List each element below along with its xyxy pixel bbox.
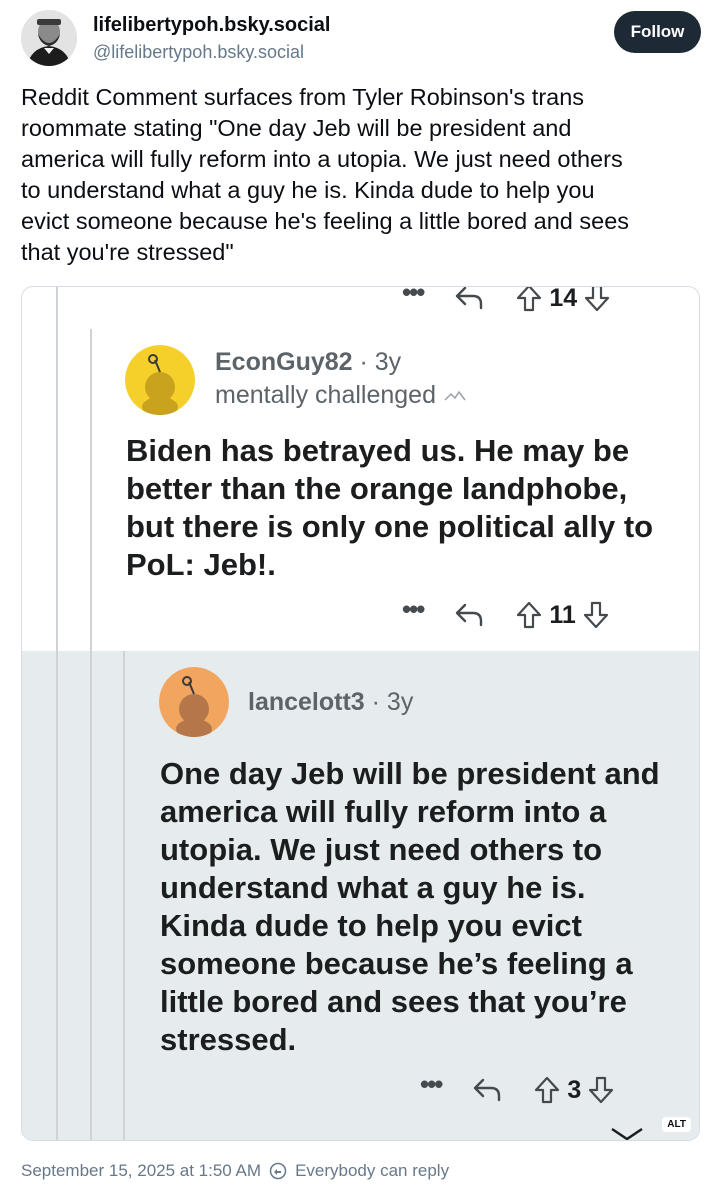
post-footer: September 15, 2025 at 1:50 AM Everybody … (21, 1161, 449, 1181)
vote-count: 14 (549, 286, 578, 312)
vote-count: 11 (549, 600, 576, 629)
reply-setting-icon (269, 1162, 287, 1180)
thread-line (56, 287, 58, 1140)
flair-emoji-icon (444, 391, 466, 401)
post-text: Reddit Comment surfaces from Tyler Robin… (21, 84, 630, 265)
reply-setting[interactable]: Everybody can reply (295, 1161, 449, 1181)
post-timestamp: September 15, 2025 at 1:50 AM (21, 1161, 262, 1180)
thread-line (90, 329, 92, 1140)
reply-icon[interactable] (453, 601, 485, 629)
comment1-age: 3y (374, 348, 402, 376)
comment1-username[interactable]: EconGuy82 · 3y (215, 348, 401, 377)
comment2-body: One day Jeb will be president and americ… (160, 756, 660, 1057)
chevron-down-icon (610, 1125, 644, 1140)
comment2-age: 3y (386, 688, 414, 716)
downvote-icon[interactable] (587, 1075, 615, 1105)
comment2-username[interactable]: lancelott3 · 3y (248, 688, 413, 717)
downvote-icon[interactable] (583, 287, 611, 313)
downvote-icon[interactable] (582, 600, 610, 630)
upvote-icon[interactable] (515, 600, 543, 630)
reply-icon[interactable] (453, 287, 485, 312)
vote-count: 3 (567, 1075, 582, 1104)
embedded-image[interactable]: ••• 14 EconGuy82 · 3y mentally challenge… (21, 286, 700, 1141)
comment1-flair: mentally challenged (215, 381, 467, 410)
thread-line (123, 651, 125, 1140)
comment2-actions: ••• 3 (420, 1071, 615, 1105)
author-avatar[interactable] (21, 10, 77, 66)
comment-actions-top: ••• 14 (402, 286, 611, 313)
author-handle[interactable]: @lifelibertypoh.bsky.social (93, 42, 304, 63)
author-display-name[interactable]: lifelibertypoh.bsky.social (93, 14, 330, 37)
comment1-body: Biden has betrayed us. He may be better … (126, 433, 654, 582)
follow-button[interactable]: Follow (614, 11, 701, 53)
more-options-icon[interactable]: ••• (402, 287, 425, 305)
alt-text-badge[interactable]: ALT (662, 1117, 691, 1132)
upvote-icon[interactable] (533, 1075, 561, 1105)
post-header: lifelibertypoh.bsky.social @lifelibertyp… (21, 10, 701, 70)
upvote-icon[interactable] (515, 287, 543, 313)
more-options-icon[interactable]: ••• (420, 1071, 443, 1097)
reply-icon[interactable] (471, 1076, 503, 1104)
comment1-actions: ••• 11 (402, 596, 610, 630)
more-options-icon[interactable]: ••• (402, 596, 425, 622)
econguy82-avatar (125, 345, 195, 415)
lancelott3-avatar (159, 667, 229, 737)
